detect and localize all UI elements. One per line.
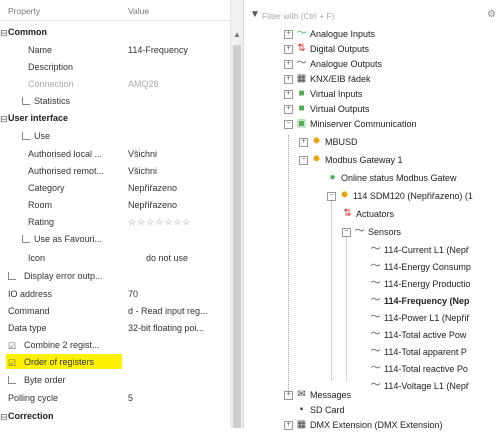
expand-icon: + <box>284 421 293 430</box>
analog-sensor-icon: 〜 <box>370 380 381 391</box>
value-column-header[interactable]: Value <box>128 6 149 16</box>
name-value[interactable]: 114-Frequency <box>128 42 188 58</box>
properties-header: Property Value <box>0 0 230 21</box>
analogue-input-icon: 〜 <box>296 28 307 39</box>
prop-order-registers[interactable]: ☑ Order of registers <box>0 354 230 370</box>
dmx-icon: ▦ <box>296 419 307 430</box>
collapse-icon[interactable]: ⊟ <box>0 111 8 127</box>
gateway-icon: ✹ <box>312 136 321 147</box>
properties-scrollbar[interactable]: ▲ <box>230 0 243 428</box>
prop-combine[interactable]: ☑ Combine 2 regist... <box>0 337 230 353</box>
use-checkbox[interactable] <box>22 132 30 140</box>
collapse-icon: − <box>327 192 336 201</box>
virtual-output-icon: ■ <box>298 103 305 114</box>
expand-icon: + <box>284 90 293 99</box>
prop-rating[interactable]: Rating ☆☆☆☆☆☆☆ <box>0 214 230 230</box>
virtual-input-icon: ■ <box>298 88 305 99</box>
tree-guide <box>346 235 347 380</box>
tree-guide <box>288 135 289 395</box>
prop-command[interactable]: Command d - Read input reg... <box>0 303 230 319</box>
section-correction[interactable]: ⊟ Correction <box>0 408 230 424</box>
scroll-up-icon[interactable]: ▲ <box>233 30 241 39</box>
analog-sensor-icon: 〜 <box>370 329 381 340</box>
actuator-icon: ⇅ <box>343 208 352 219</box>
collapse-icon: − <box>284 120 293 129</box>
status-dot-icon: ● <box>329 172 336 183</box>
filter-input[interactable]: Filter with (Ctrl + F) <box>262 11 335 21</box>
expand-icon: + <box>284 45 293 54</box>
combine-checkbox[interactable]: ☑ <box>8 338 16 354</box>
prop-polling-cycle[interactable]: Polling cycle 5 <box>0 390 230 406</box>
analog-sensor-icon: 〜 <box>370 278 381 289</box>
periphery-tree-panel: ▼ Filter with (Ctrl + F) ⚙ + 〜 Analogue … <box>244 0 497 430</box>
network-icon: ▣ <box>296 118 307 129</box>
prop-auth-remote[interactable]: Authorised remot... Všichni <box>0 163 230 179</box>
prop-category[interactable]: Category Nepřiřazeno <box>0 180 230 196</box>
prop-auth-local[interactable]: Authorised local ... Všichni <box>0 146 230 162</box>
sensor-icon: 〜 <box>354 226 365 237</box>
prop-byte-order[interactable]: Byte order <box>0 372 230 388</box>
prop-display-error[interactable]: Display error outp... <box>0 268 230 284</box>
expand-icon: + <box>284 105 293 114</box>
collapse-icon: − <box>342 228 351 237</box>
scrollbar-thumb[interactable] <box>233 45 241 428</box>
rating-stars[interactable]: ☆☆☆☆☆☆☆ <box>128 214 191 230</box>
collapse-icon[interactable]: ⊟ <box>0 409 8 425</box>
analog-sensor-icon: 〜 <box>370 244 381 255</box>
order-checkbox[interactable]: ☑ <box>8 355 16 371</box>
prop-io-address[interactable]: IO address 70 <box>0 286 230 302</box>
properties-panel: Property Value ⊟ Common Name 114-Frequen… <box>0 0 244 428</box>
prop-connection: Connection AMQ28 <box>28 79 159 89</box>
messages-icon: ✉ <box>297 389 306 400</box>
gateway-icon: ✹ <box>312 154 321 165</box>
section-label: User interface <box>8 113 69 123</box>
prop-room[interactable]: Room Nepřiřazeno <box>0 197 230 213</box>
knx-icon: ▦ <box>296 73 307 84</box>
prop-use[interactable]: Use <box>0 128 230 144</box>
device-icon: ✹ <box>340 190 349 201</box>
analog-sensor-icon: 〜 <box>370 312 381 323</box>
collapse-icon[interactable]: ⊟ <box>0 25 8 41</box>
settings-icon[interactable]: ⚙ <box>487 9 496 20</box>
section-common[interactable]: ⊟ Common <box>0 24 230 40</box>
collapse-icon: − <box>299 156 308 165</box>
expand-icon: + <box>284 30 293 39</box>
section-label: Correction <box>8 411 54 421</box>
expand-icon: + <box>284 391 293 400</box>
section-user-interface[interactable]: ⊟ User interface <box>0 110 230 126</box>
statistics-checkbox[interactable] <box>22 97 30 105</box>
filter-bar[interactable]: ▼ Filter with (Ctrl + F) ⚙ <box>250 9 496 23</box>
sd-card-icon: ▪ <box>299 404 304 415</box>
prop-statistics[interactable]: Statistics <box>0 93 230 109</box>
prop-data-type[interactable]: Data type 32-bit floating poi... <box>0 320 230 336</box>
analog-sensor-icon: 〜 <box>370 363 381 374</box>
analog-sensor-icon: 〜 <box>370 295 381 306</box>
byte-order-checkbox[interactable] <box>8 376 16 384</box>
expand-icon: + <box>284 60 293 69</box>
digital-output-icon: ⇅ <box>297 43 306 54</box>
prop-use-favourite[interactable]: Use as Favouri... <box>0 231 230 247</box>
prop-icon[interactable]: Icon do not use <box>0 250 230 266</box>
expand-icon: + <box>284 75 293 84</box>
section-label: Common <box>8 27 47 37</box>
property-column-header[interactable]: Property <box>8 6 40 16</box>
filter-icon[interactable]: ▼ <box>250 9 260 20</box>
expand-icon: + <box>299 138 308 147</box>
prop-name[interactable]: Name 114-Frequency <box>0 42 230 58</box>
analog-sensor-icon: 〜 <box>370 346 381 357</box>
prop-description[interactable]: Description <box>0 59 230 75</box>
display-error-checkbox[interactable] <box>8 272 16 280</box>
analogue-output-icon: 〜 <box>296 58 307 69</box>
favourite-checkbox[interactable] <box>22 235 30 243</box>
tree-guide <box>331 200 332 380</box>
analog-sensor-icon: 〜 <box>370 261 381 272</box>
